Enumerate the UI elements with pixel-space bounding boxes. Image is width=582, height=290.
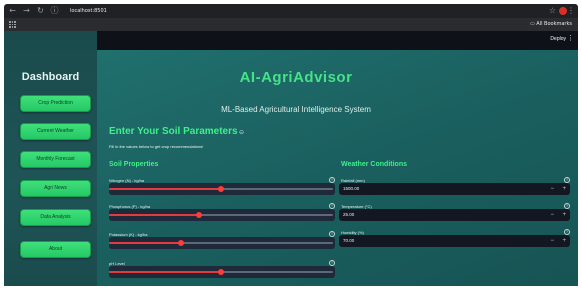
app-header: Deploy ⋮ bbox=[97, 31, 578, 50]
apps-grid-icon[interactable] bbox=[9, 21, 16, 28]
sidebar-item-crop-prediction[interactable]: Crop Prediction bbox=[20, 95, 91, 112]
sidebar-title: Dashboard bbox=[21, 71, 80, 83]
all-bookmarks-link[interactable]: ▭ All Bookmarks bbox=[530, 19, 572, 30]
sidebar-item-about[interactable]: About bbox=[20, 241, 91, 258]
increment-button[interactable]: + bbox=[562, 209, 566, 221]
bookmarks-bar: ▭ All Bookmarks bbox=[4, 18, 578, 31]
increment-button[interactable]: + bbox=[562, 183, 566, 195]
nitrogen-slider-fill bbox=[109, 188, 221, 190]
increment-button[interactable]: + bbox=[562, 235, 566, 247]
potassium-slider[interactable] bbox=[109, 240, 333, 246]
main-content: AI-AgriAdvisor ML-Based Agricultural Int… bbox=[97, 50, 578, 286]
profile-avatar[interactable] bbox=[559, 7, 567, 15]
ph-slider-fill bbox=[109, 271, 221, 273]
temperature-input[interactable]: 25.00 − + bbox=[339, 209, 570, 221]
section-title: Enter Your Soil Parameters bbox=[109, 126, 238, 137]
sidebar-item-data-analysis[interactable]: Data Analysis bbox=[20, 209, 91, 226]
anchor-link-icon[interactable]: ⊝ bbox=[239, 129, 244, 136]
potassium-slider-fill bbox=[109, 242, 181, 244]
phosphorus-slider-thumb[interactable] bbox=[195, 212, 202, 218]
phosphorus-slider-fill bbox=[109, 214, 199, 216]
browser-menu-icon[interactable]: ⋮ bbox=[567, 6, 575, 16]
phosphorus-slider[interactable] bbox=[109, 212, 333, 218]
sidebar-item-monthly-forecast[interactable]: Monthly Forecast bbox=[20, 151, 91, 168]
forward-icon[interactable]: → bbox=[22, 6, 31, 16]
back-icon[interactable]: ← bbox=[8, 6, 17, 16]
app-menu-icon[interactable]: ⋮ bbox=[567, 34, 574, 42]
nitrogen-slider[interactable] bbox=[109, 186, 333, 192]
soil-properties-heading: Soil Properties bbox=[109, 161, 159, 168]
sidebar: Dashboard Crop Prediction Current Weathe… bbox=[4, 31, 97, 286]
instructions-text: Fill in the values below to get crop rec… bbox=[109, 144, 204, 149]
deploy-button[interactable]: Deploy bbox=[550, 36, 566, 42]
potassium-slider-thumb[interactable] bbox=[177, 240, 184, 246]
decrement-button[interactable]: − bbox=[550, 235, 554, 247]
browser-toolbar: ← → ↻ ⓘ localhost:8501 ☆ ⋮ bbox=[4, 4, 578, 18]
reload-icon[interactable]: ↻ bbox=[36, 6, 45, 16]
address-bar[interactable]: localhost:8501 bbox=[70, 5, 107, 17]
sidebar-item-agri-news[interactable]: Agri News bbox=[20, 180, 91, 197]
humidity-input[interactable]: 70.00 − + bbox=[339, 235, 570, 247]
rainfall-value: 1500.00 bbox=[343, 186, 360, 191]
rainfall-input[interactable]: 1500.00 − + bbox=[339, 183, 570, 195]
humidity-value: 70.00 bbox=[343, 238, 355, 243]
bookmark-star-icon[interactable]: ☆ bbox=[549, 6, 556, 16]
site-info-icon[interactable]: ⓘ bbox=[50, 6, 59, 16]
nitrogen-slider-thumb[interactable] bbox=[218, 186, 224, 192]
sidebar-item-current-weather[interactable]: Current Weather bbox=[20, 123, 91, 140]
decrement-button[interactable]: − bbox=[550, 183, 554, 195]
temperature-value: 25.00 bbox=[343, 212, 355, 217]
decrement-button[interactable]: − bbox=[550, 209, 554, 221]
page-title: AI-AgriAdvisor bbox=[239, 69, 353, 86]
ph-slider-thumb[interactable] bbox=[218, 269, 224, 275]
page-subtitle: ML-Based Agricultural Intelligence Syste… bbox=[221, 105, 371, 114]
weather-conditions-heading: Weather Conditions bbox=[341, 161, 407, 168]
ph-slider[interactable] bbox=[109, 269, 333, 275]
